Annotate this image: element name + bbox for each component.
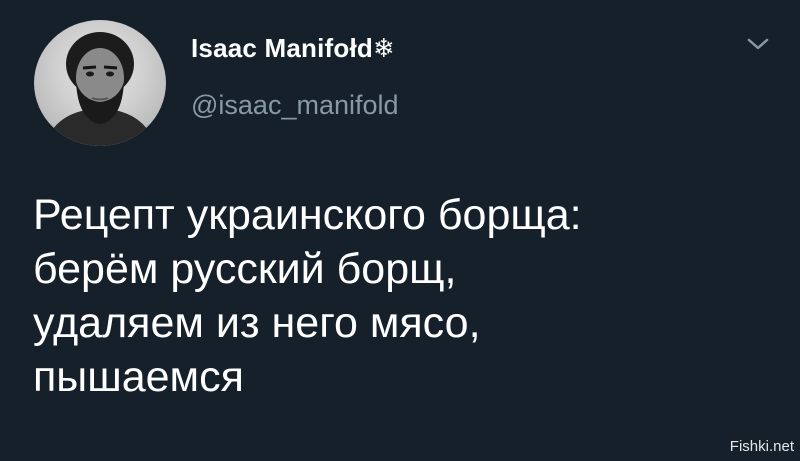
author-handle[interactable]: @isaac_manifold	[191, 90, 399, 121]
chevron-down-icon[interactable]	[744, 34, 772, 54]
author-display-name[interactable]: Isaac Manifołd❄	[191, 33, 395, 64]
tweet-line: пышаемся	[33, 353, 244, 401]
tweet-text: Рецепт украинского борща: берём русский …	[33, 188, 773, 404]
author-avatar[interactable]	[34, 20, 166, 146]
watermark: Fishki.net	[729, 438, 794, 455]
avatar-photo	[44, 32, 156, 146]
tweet-line: Рецепт украинского борща:	[33, 191, 582, 239]
tweet-card: Isaac Manifołd❄ @isaac_manifold Рецепт у…	[0, 0, 800, 461]
tweet-line: берём русский борщ,	[33, 245, 457, 293]
tweet-line: удаляем из него мясо,	[33, 299, 481, 347]
